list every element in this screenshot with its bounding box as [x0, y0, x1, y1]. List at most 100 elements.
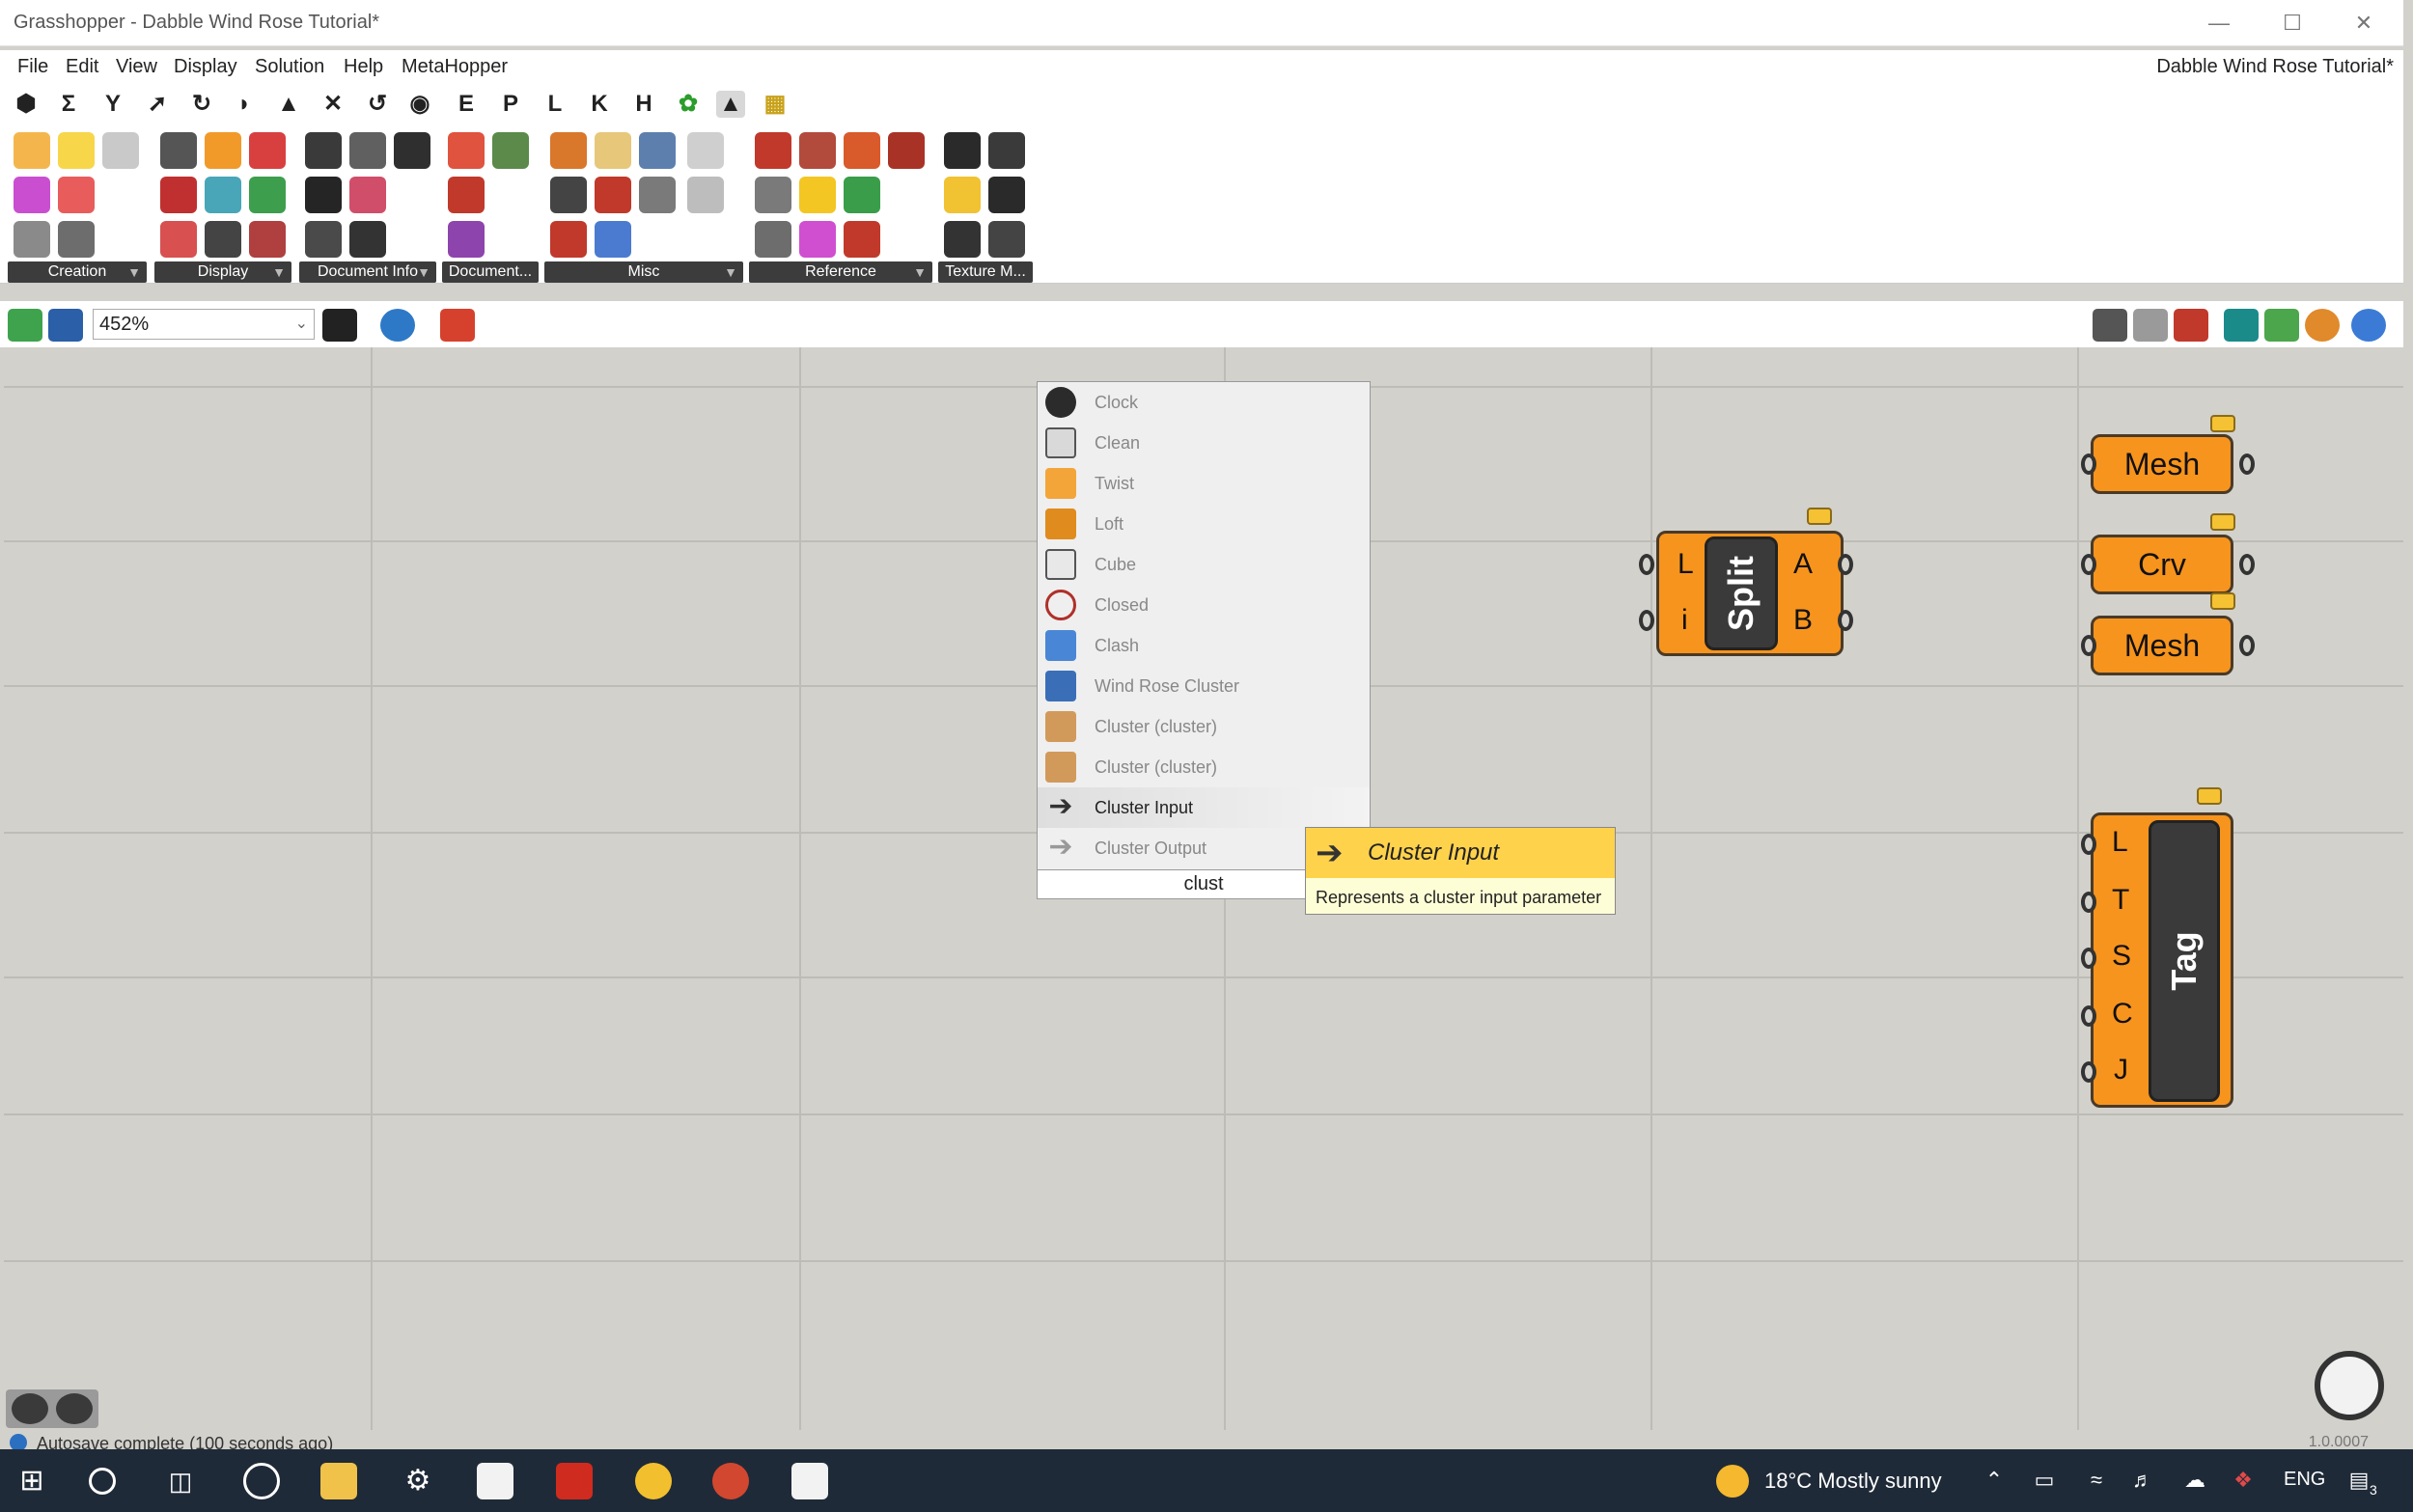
rhino-icon[interactable]	[477, 1463, 513, 1499]
category-p-tab[interactable]: P	[496, 91, 525, 118]
bar-chart-icon[interactable]	[160, 132, 197, 169]
search-result-item[interactable]: Clean	[1038, 423, 1370, 463]
display-wire-icon[interactable]	[2093, 309, 2127, 342]
lock-icon[interactable]	[639, 177, 676, 213]
category-k-tab[interactable]: K	[585, 91, 614, 118]
lightbulb-icon[interactable]	[58, 132, 95, 169]
menu-list-icon[interactable]	[639, 132, 676, 169]
battery-icon[interactable]: ▭	[2031, 1467, 2058, 1494]
mesh-icon[interactable]: ▲	[274, 91, 303, 118]
matrix-icon[interactable]	[595, 221, 631, 258]
task-view-icon[interactable]: ◫	[162, 1463, 199, 1499]
reference-light-icon[interactable]	[799, 177, 836, 213]
output-grip[interactable]	[2239, 635, 2255, 656]
preview-mesh-icon[interactable]	[2224, 309, 2259, 342]
search-result-item[interactable]: Clash	[1038, 625, 1370, 666]
powerpoint-icon[interactable]	[712, 1463, 749, 1499]
dabble-tab-icon[interactable]: ▲	[716, 91, 745, 118]
output-grip[interactable]	[2239, 454, 2255, 475]
list-icon[interactable]	[349, 132, 386, 169]
texture-plane-icon[interactable]	[988, 132, 1025, 169]
chrome-icon[interactable]	[635, 1463, 672, 1499]
reference-tree-icon[interactable]	[844, 177, 880, 213]
input-grip[interactable]	[2081, 948, 2096, 969]
display-icon[interactable]: ◉	[405, 91, 434, 118]
reference-layer-icon[interactable]	[844, 221, 880, 258]
dropbox-icon[interactable]: ❖	[2230, 1467, 2257, 1494]
menu-help[interactable]: Help	[344, 56, 383, 78]
script-icon[interactable]	[687, 132, 724, 169]
widget-pencil-icon[interactable]	[56, 1393, 93, 1424]
material-icon[interactable]	[2305, 309, 2340, 342]
widget-gear-icon[interactable]	[12, 1393, 48, 1424]
search-icon[interactable]	[89, 1468, 116, 1495]
texture-flat-icon[interactable]	[988, 221, 1025, 258]
menu-view[interactable]: View	[116, 56, 157, 78]
preview-eye-icon[interactable]	[380, 309, 415, 342]
branch-icon[interactable]	[595, 177, 631, 213]
text-icon[interactable]	[205, 221, 241, 258]
chevron-up-icon[interactable]: ⌃	[1981, 1467, 2008, 1494]
curve-display-icon[interactable]	[160, 221, 197, 258]
pointer-icon[interactable]	[550, 132, 587, 169]
search-result-item[interactable]: Twist	[1038, 463, 1370, 504]
volume-icon[interactable]: ♬	[2129, 1467, 2156, 1494]
reference-color-icon[interactable]	[799, 221, 836, 258]
render-sphere-icon[interactable]	[2351, 309, 2386, 342]
sketch-pen-icon[interactable]	[440, 309, 475, 342]
transform-icon[interactable]: ↺	[363, 91, 392, 118]
reference-curve-icon[interactable]	[755, 132, 791, 169]
grasshopper-plugin-icon[interactable]: ✿	[674, 91, 703, 118]
bake-icon[interactable]	[448, 132, 485, 169]
menu-display[interactable]: Display	[174, 56, 237, 78]
dell-icon[interactable]	[243, 1463, 280, 1499]
search-result-item[interactable]: Closed	[1038, 585, 1370, 625]
search-result-item[interactable]: Loft	[1038, 504, 1370, 544]
texture-checker-icon[interactable]	[944, 221, 981, 258]
table-icon[interactable]	[305, 177, 342, 213]
weather-text[interactable]: 18°C Mostly sunny	[1764, 1469, 1942, 1494]
reference-block-icon[interactable]	[755, 221, 791, 258]
menu-solution[interactable]: Solution	[255, 56, 324, 78]
canvas-navigation-compass-icon[interactable]	[2315, 1351, 2384, 1420]
params-icon[interactable]: ⬢	[12, 91, 41, 118]
document-info-icon[interactable]	[305, 132, 342, 169]
close-button[interactable]: ✕	[2340, 6, 2388, 41]
reference-mesh-icon[interactable]	[888, 132, 925, 169]
search-result-item[interactable]: Clock	[1038, 382, 1370, 423]
input-grip[interactable]	[1639, 554, 1654, 575]
settings-gear-icon[interactable]: ⚙	[400, 1463, 436, 1499]
camera-icon[interactable]	[349, 221, 386, 258]
maximize-button[interactable]: ☐	[2268, 6, 2316, 41]
input-grip[interactable]	[2081, 635, 2096, 656]
preview-settings-icon[interactable]	[2264, 309, 2299, 342]
pen-icon[interactable]	[448, 177, 485, 213]
onedrive-icon[interactable]: ☁	[2181, 1467, 2208, 1494]
grid-icon[interactable]	[394, 132, 430, 169]
menu-file[interactable]: File	[17, 56, 48, 78]
disable-icon[interactable]	[550, 221, 587, 258]
zoom-level-select[interactable]: 452% ⌄	[93, 309, 315, 340]
rhino-active-icon[interactable]	[791, 1463, 828, 1499]
search-result-item-selected[interactable]: ➔ Cluster Input	[1038, 787, 1370, 828]
reference-geometry-icon[interactable]	[755, 177, 791, 213]
input-grip[interactable]	[2081, 1005, 2096, 1027]
category-h-tab[interactable]: H	[629, 91, 658, 118]
export-icon[interactable]	[492, 132, 529, 169]
weather-sun-icon[interactable]	[1716, 1465, 1749, 1498]
zoom-extents-icon[interactable]	[322, 309, 357, 342]
graph-icon[interactable]	[160, 177, 197, 213]
legend-icon[interactable]	[205, 177, 241, 213]
language-indicator[interactable]: ENG	[2284, 1469, 2325, 1491]
layers-icon[interactable]	[305, 221, 342, 258]
intersect-icon[interactable]: ✕	[319, 91, 347, 118]
save-file-icon[interactable]	[48, 309, 83, 342]
surface-icon[interactable]: ◗	[230, 91, 259, 118]
sets-icon[interactable]: Y	[98, 91, 127, 118]
compass-icon[interactable]	[58, 221, 95, 258]
sun-icon[interactable]	[14, 132, 50, 169]
acrobat-icon[interactable]	[556, 1463, 593, 1499]
input-grip[interactable]	[2081, 1061, 2096, 1083]
open-file-icon[interactable]	[8, 309, 42, 342]
search-result-item[interactable]: Cube	[1038, 544, 1370, 585]
